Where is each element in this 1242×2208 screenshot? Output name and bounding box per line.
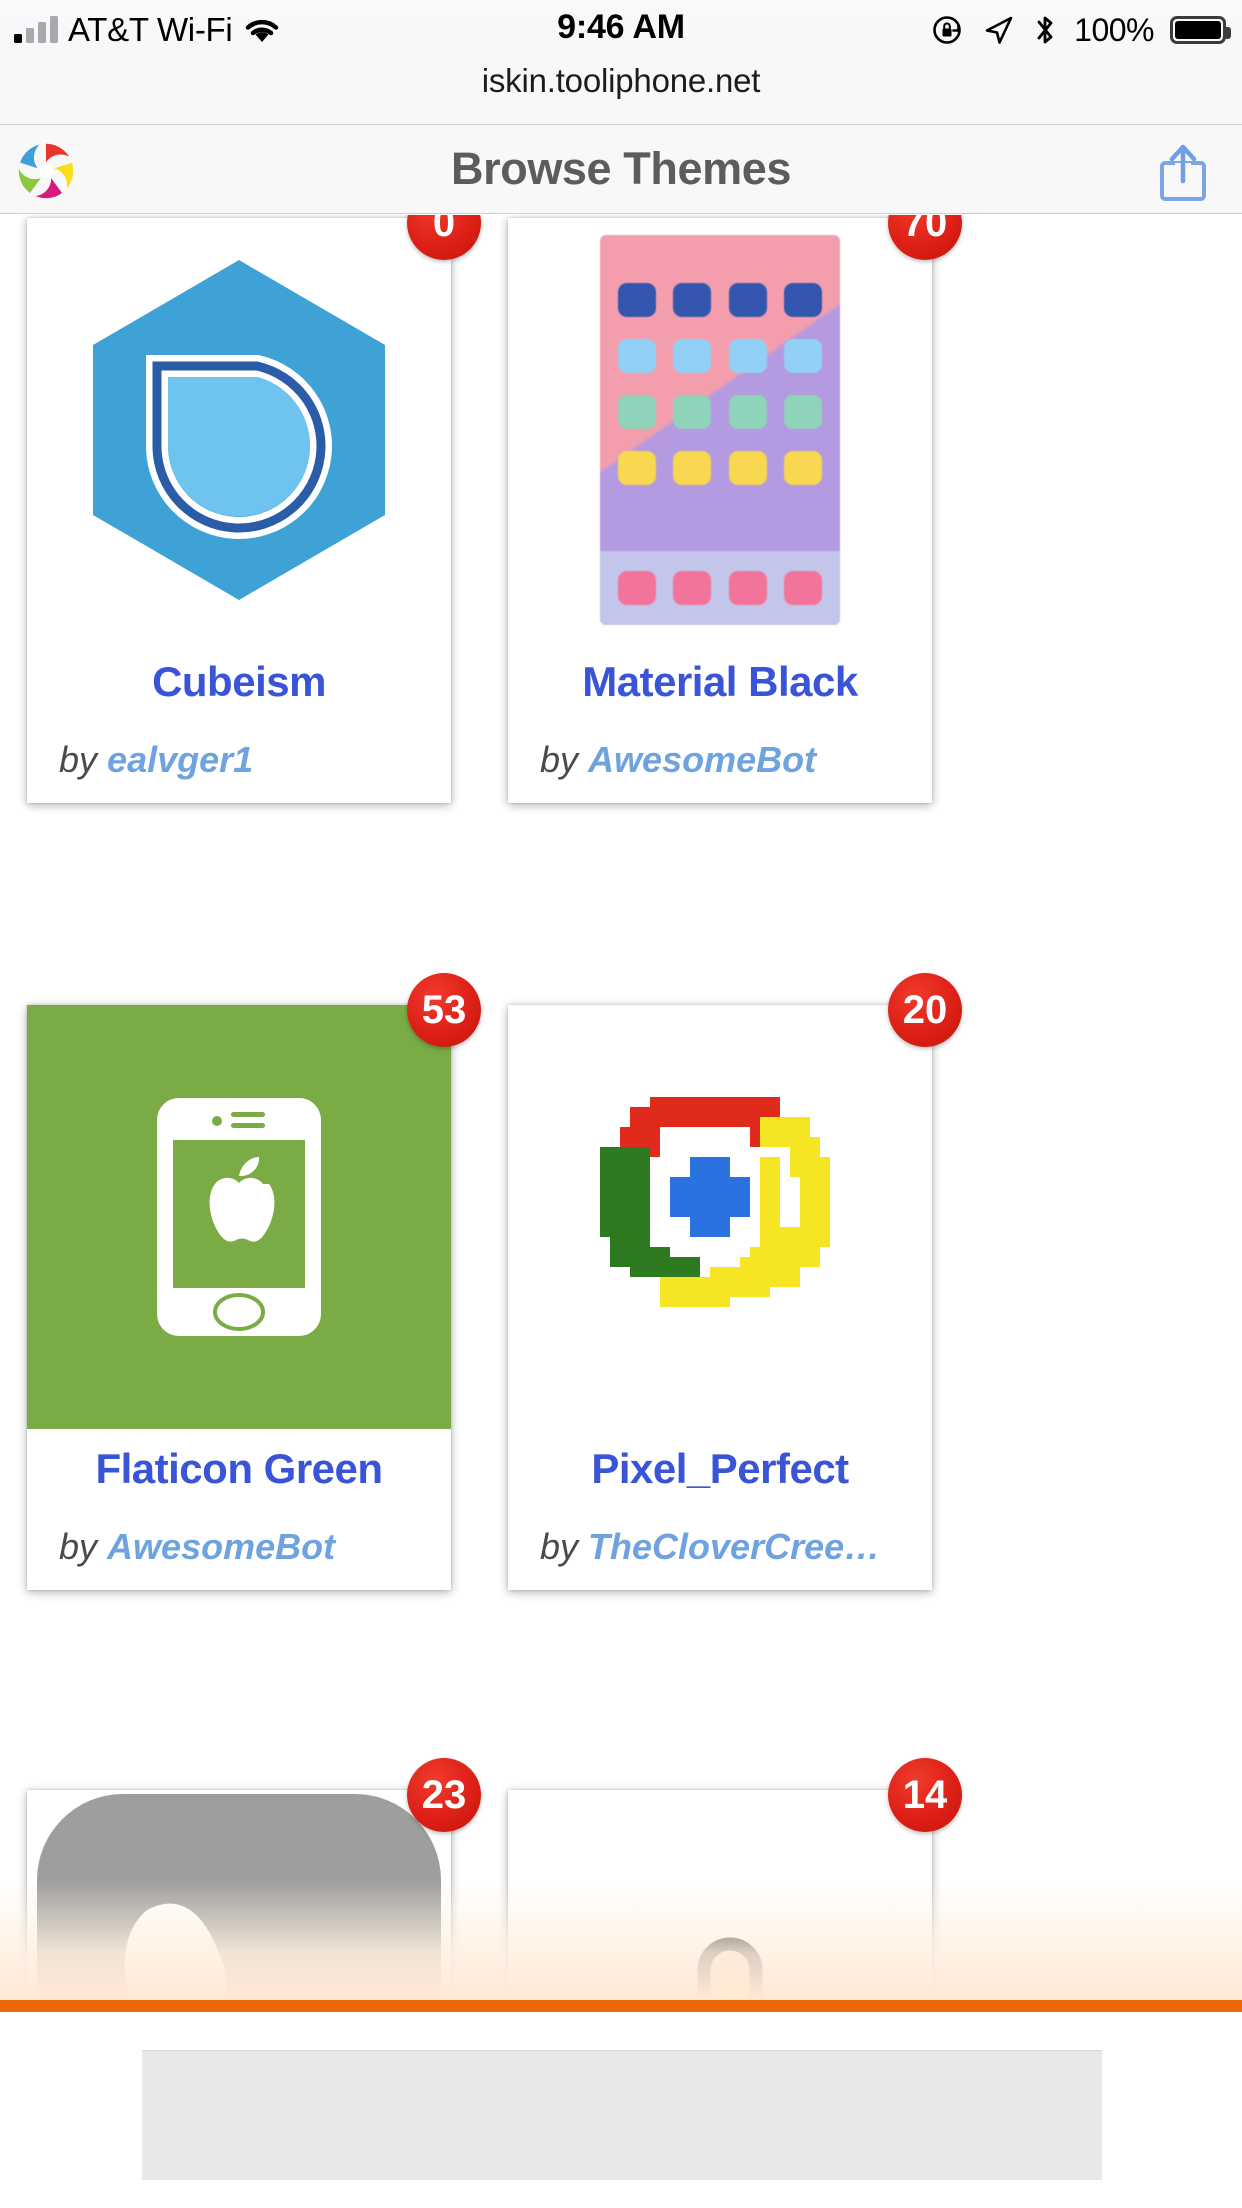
status-bar-right: 100% (930, 10, 1231, 50)
by-label: by (540, 1525, 579, 1567)
themes-grid: 0 Cubeism by ealvger1 70 Material Black … (0, 215, 1242, 2000)
bluetooth-icon (1037, 16, 1053, 44)
by-label: by (540, 738, 579, 780)
theme-title: Cubeism (152, 658, 326, 705)
author-name[interactable]: AwesomeBot (588, 739, 816, 780)
theme-title: Pixel_Perfect (591, 1445, 849, 1492)
theme-card[interactable]: 14 (508, 1758, 962, 2000)
by-label: by (59, 1525, 98, 1567)
theme-author: by TheCloverCree… (508, 1526, 932, 1568)
pixel-chrome-logo-icon (600, 1097, 830, 1307)
theme-card[interactable]: 53 Flaticon Green by AwesomeBot (27, 973, 481, 1590)
theme-title: Material Black (582, 658, 858, 705)
themes-scroll-area[interactable]: 0 Cubeism by ealvger1 70 Material Black … (0, 215, 1242, 2000)
theme-card-body[interactable]: 70 Material Black by AwesomeBot (508, 215, 962, 803)
theme-card[interactable]: 20 Pixel_Perfect by TheCloverCree… (508, 973, 962, 1590)
page-title: Browse Themes (451, 143, 791, 194)
author-name[interactable]: TheCloverCree… (588, 1526, 880, 1567)
theme-card-body[interactable]: 23 (27, 1758, 481, 2000)
author-name[interactable]: ealvger1 (107, 739, 253, 780)
theme-card-meta: Cubeism by ealvger1 (27, 642, 451, 803)
material-icon-grid-icon (600, 235, 840, 625)
theme-card[interactable]: 0 Cubeism by ealvger1 (27, 215, 481, 803)
location-arrow-icon (985, 16, 1013, 44)
status-badge: 20 (888, 973, 962, 1047)
theme-thumbnail (508, 218, 932, 642)
battery-percent-label: 100% (1074, 11, 1154, 48)
theme-card-body[interactable]: 20 Pixel_Perfect by TheCloverCree… (508, 973, 962, 1590)
footer-divider (0, 1998, 1242, 2012)
theme-card-meta: Flaticon Green by AwesomeBot (27, 1429, 451, 1590)
thumbs-up-hand-icon (697, 1937, 763, 2000)
theme-card[interactable]: 23 (27, 1758, 481, 2000)
theme-thumbnail (27, 1790, 451, 2000)
status-bar: AT&T Wi-Fi 9:46 AM 100% iskin.tooliphone… (0, 0, 1242, 124)
theme-author: by AwesomeBot (508, 739, 932, 781)
status-badge: 53 (407, 973, 481, 1047)
status-badge: 23 (407, 1758, 481, 1832)
theme-card[interactable]: 70 Material Black by AwesomeBot (508, 215, 962, 803)
by-label: by (59, 738, 98, 780)
theme-author: by AwesomeBot (27, 1526, 451, 1568)
status-bar-row: AT&T Wi-Fi 9:46 AM 100% (0, 0, 1242, 60)
author-name[interactable]: AwesomeBot (107, 1526, 335, 1567)
theme-card-body[interactable]: 53 Flaticon Green by AwesomeBot (27, 973, 481, 1590)
theme-thumbnail (27, 1005, 451, 1429)
theme-card-body[interactable]: 0 Cubeism by ealvger1 (27, 215, 481, 803)
theme-thumbnail (27, 218, 451, 642)
status-badge: 14 (888, 1758, 962, 1832)
theme-thumbnail (508, 1790, 932, 2000)
nav-bar: Browse Themes (0, 124, 1242, 214)
footer-area (0, 2012, 1242, 2208)
ad-placeholder[interactable] (142, 2050, 1102, 2180)
theme-thumbnail (508, 1005, 932, 1429)
green-iphone-apple-icon (157, 1098, 321, 1336)
theme-card-body[interactable]: 14 (508, 1758, 962, 2000)
theme-card-meta: Material Black by AwesomeBot (508, 642, 932, 803)
hexagon-droplet-icon (93, 260, 385, 600)
theme-card-meta: Pixel_Perfect by TheCloverCree… (508, 1429, 932, 1590)
share-icon[interactable] (1154, 141, 1212, 203)
rotation-lock-icon (933, 16, 961, 44)
battery-full-icon (1170, 16, 1231, 44)
theme-title: Flaticon Green (95, 1445, 383, 1492)
gray-phone-icon (37, 1794, 441, 2000)
url-label[interactable]: iskin.tooliphone.net (0, 60, 1242, 100)
theme-author: by ealvger1 (27, 739, 451, 781)
